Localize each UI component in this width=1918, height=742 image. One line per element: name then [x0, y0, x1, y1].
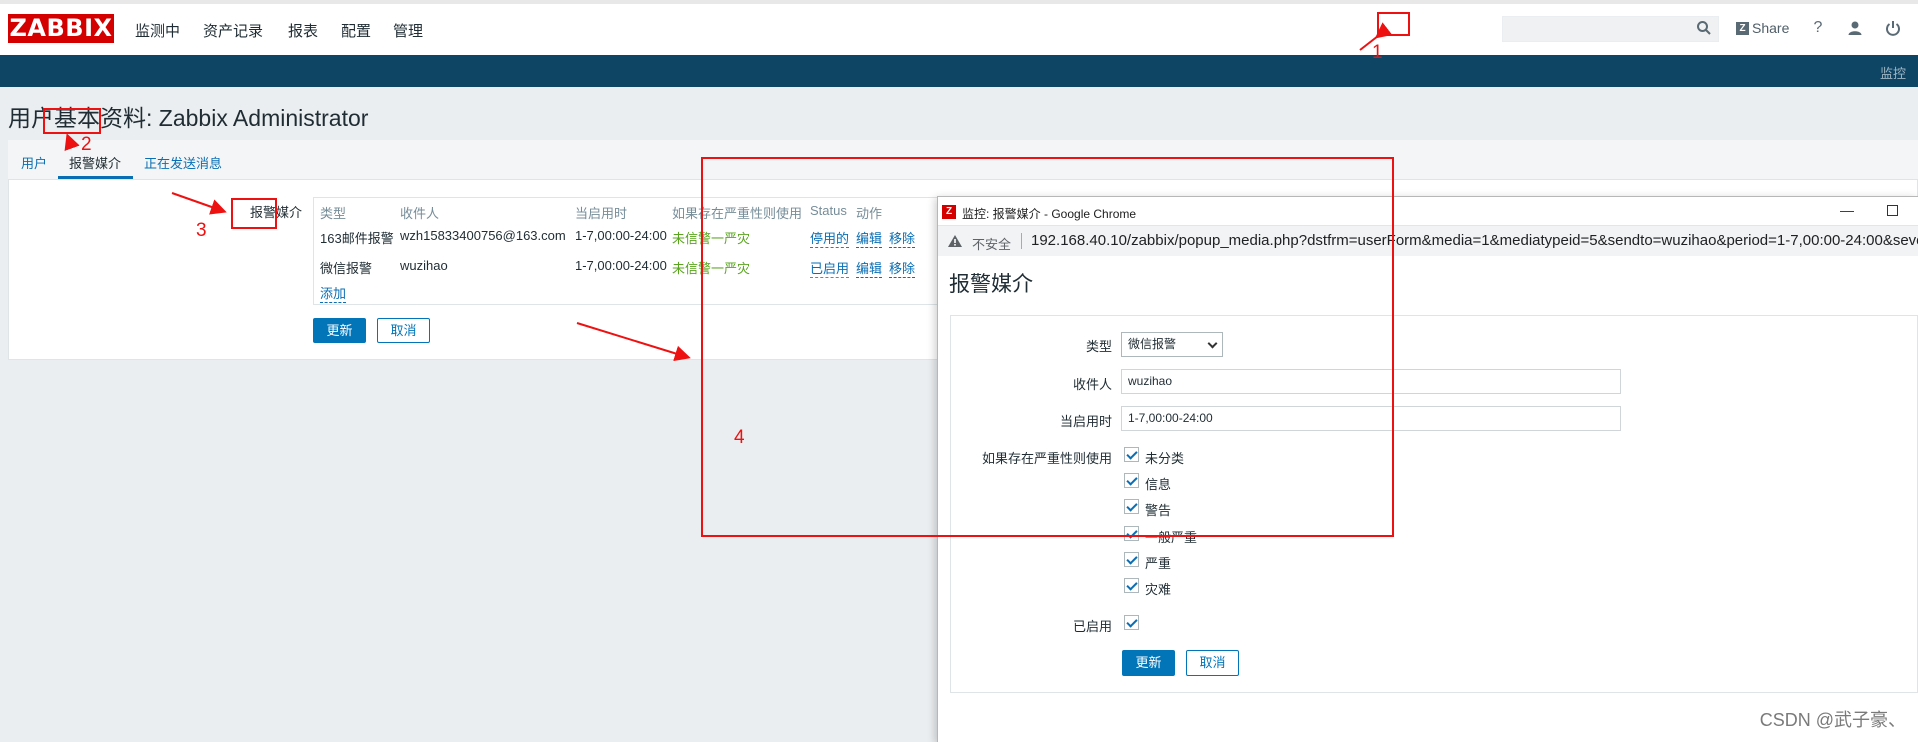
media-row-2-recipient: wuzihao: [400, 258, 448, 273]
media-row-1-when: 1-7,00:00-24:00: [575, 228, 667, 243]
add-media-link[interactable]: 添加: [320, 283, 347, 303]
popup-cancel-button[interactable]: 取消: [1186, 650, 1239, 676]
severity-disaster-checkbox[interactable]: [1124, 578, 1139, 593]
column-header-when-active: 当启用时: [575, 206, 628, 221]
minimize-icon[interactable]: —: [1840, 202, 1854, 218]
menu-reports[interactable]: 报表: [288, 20, 318, 41]
annotation-number-1: 1: [1372, 42, 1383, 63]
share-label: Share: [1752, 20, 1790, 36]
enabled-checkbox[interactable]: [1124, 615, 1139, 630]
tab-messaging[interactable]: 正在发送消息: [144, 153, 222, 172]
annotation-number-3: 3: [196, 220, 207, 241]
popup-update-button[interactable]: 更新: [1122, 650, 1175, 676]
severity-disaster-label: 灾难: [1145, 582, 1172, 597]
enabled-label: 已启用: [1072, 619, 1112, 634]
zabbix-logo[interactable]: ZABBIX: [8, 14, 114, 43]
column-header-type: 类型: [320, 206, 347, 221]
media-row-2-type: 微信报警: [320, 261, 373, 276]
active-tab-indicator: [58, 176, 133, 179]
tab-user[interactable]: 用户: [21, 153, 47, 172]
severity-high-checkbox[interactable]: [1124, 552, 1139, 567]
annotation-box-4: [701, 157, 1394, 537]
watermark: CSDN @武子豪、: [1759, 710, 1906, 730]
menu-monitoring[interactable]: 监测中: [135, 20, 180, 41]
search-input[interactable]: [1502, 16, 1719, 42]
media-row-2-when: 1-7,00:00-24:00: [575, 258, 667, 273]
cancel-button[interactable]: 取消: [377, 318, 430, 343]
column-header-recipient: 收件人: [400, 206, 440, 221]
menu-inventory[interactable]: 资产记录: [203, 20, 263, 41]
annotation-number-2: 2: [81, 134, 92, 155]
sub-navigation-bar: [0, 55, 1918, 87]
media-row-1-type: 163邮件报警: [320, 231, 394, 246]
maximize-icon[interactable]: [1887, 205, 1898, 216]
zabbix-share-icon: Z: [1736, 21, 1749, 35]
help-icon[interactable]: ?: [1809, 19, 1827, 37]
annotation-box-1: [1377, 12, 1410, 36]
tab-media[interactable]: 报警媒介: [69, 153, 121, 172]
menu-administration[interactable]: 管理: [393, 20, 423, 41]
sign-out-icon[interactable]: [1884, 19, 1902, 37]
update-button[interactable]: 更新: [313, 318, 366, 343]
menu-configuration[interactable]: 配置: [341, 20, 371, 41]
annotation-box-3: [231, 198, 277, 229]
share-button[interactable]: Z Share: [1736, 20, 1789, 36]
annotation-box-2: [43, 108, 101, 134]
annotation-number-4: 4: [734, 427, 745, 448]
search-icon[interactable]: [1696, 20, 1712, 36]
severity-high-label: 严重: [1145, 556, 1172, 571]
user-profile-icon[interactable]: [1846, 19, 1864, 37]
sub-nav-label[interactable]: 监控: [1880, 63, 1906, 82]
media-row-1-recipient: wzh15833400756@163.com: [400, 228, 566, 243]
